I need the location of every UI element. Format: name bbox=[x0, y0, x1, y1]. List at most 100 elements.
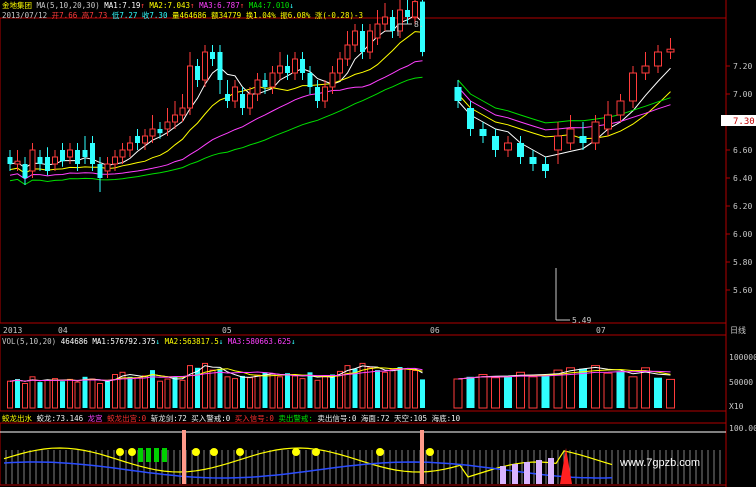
candle-body bbox=[405, 10, 410, 17]
volume-bar bbox=[579, 368, 587, 408]
candle-body bbox=[112, 156, 118, 165]
volume-bar bbox=[269, 373, 276, 409]
ohlc-open: 开7.66 bbox=[51, 11, 78, 20]
candle-body bbox=[82, 150, 88, 157]
volume-bar bbox=[195, 367, 200, 408]
volume-title: VOL(5,10,20) bbox=[2, 337, 57, 346]
candle-body bbox=[119, 149, 126, 158]
volume-bar bbox=[628, 376, 638, 409]
indicator-smiley-icon bbox=[376, 448, 384, 456]
candle-body bbox=[67, 149, 73, 158]
volume-bar bbox=[528, 376, 538, 409]
volume-bar bbox=[666, 378, 675, 409]
candle-body bbox=[29, 149, 36, 172]
candle-body bbox=[247, 93, 253, 109]
candle-body bbox=[367, 30, 373, 53]
volume-axis-label-100000: 100000 bbox=[729, 353, 756, 362]
indicator-green-bar bbox=[146, 448, 151, 462]
low-annotation: 5.49 bbox=[555, 268, 591, 325]
ma2-value: MA2:7.043 bbox=[149, 1, 191, 10]
volume-bar bbox=[202, 362, 208, 409]
volume-value: 464686 bbox=[60, 337, 88, 346]
volume-bar bbox=[389, 369, 396, 409]
indicator-item: 卖出信号:0 bbox=[312, 414, 357, 423]
volume-bar bbox=[22, 383, 28, 409]
volume-bar bbox=[375, 370, 380, 408]
indicator-green-bar bbox=[154, 448, 159, 462]
price-axis-label: 6.40 bbox=[733, 174, 752, 183]
candle-body bbox=[654, 51, 662, 67]
candle-body bbox=[60, 150, 65, 162]
candle-body bbox=[164, 121, 171, 130]
candle-body bbox=[232, 86, 238, 102]
volume-bar bbox=[105, 381, 110, 408]
indicator-smiley-icon bbox=[128, 448, 136, 456]
volume-bar bbox=[466, 376, 475, 408]
volume-ma2-arrow: ↓ bbox=[218, 337, 224, 346]
volume-bar bbox=[654, 377, 662, 408]
candle-body bbox=[135, 136, 140, 143]
ma4-down-arrow: ↓ bbox=[289, 1, 294, 10]
price-axis: 7.207.006.806.606.406.206.005.805.60 bbox=[726, 62, 752, 295]
candle-body bbox=[210, 52, 215, 59]
candle-body bbox=[641, 65, 650, 74]
indicator-smiley-icon bbox=[312, 448, 320, 456]
volume-axis-unit: X10 bbox=[729, 402, 744, 411]
candle-body bbox=[37, 157, 43, 164]
volume-bar bbox=[7, 380, 13, 409]
ma4-value: MA4:7.010 bbox=[248, 1, 290, 10]
volume-bar bbox=[44, 379, 51, 409]
volume-axis-label-50000: 50000 bbox=[729, 378, 753, 387]
low-annotation-label: 5.49 bbox=[572, 316, 591, 325]
price-axis-label: 7.00 bbox=[733, 90, 752, 99]
volume-bar bbox=[224, 376, 231, 409]
volume-bar bbox=[412, 370, 418, 409]
candle-body bbox=[542, 164, 549, 171]
volume-bar bbox=[404, 368, 411, 409]
volume-bar bbox=[292, 375, 298, 409]
candle-body bbox=[337, 58, 343, 74]
indicator-purple-bar bbox=[524, 462, 530, 484]
candle-body bbox=[616, 100, 625, 116]
candle-body bbox=[254, 79, 261, 95]
volume-bar bbox=[541, 374, 550, 408]
ohlc-amount: 额34779 bbox=[211, 11, 242, 20]
volume-bar bbox=[616, 371, 625, 408]
candle-body bbox=[479, 129, 487, 136]
volume-bar bbox=[209, 369, 216, 409]
candle-body bbox=[454, 87, 462, 101]
price-axis-label: 6.20 bbox=[733, 202, 752, 211]
volume-bar bbox=[285, 373, 290, 408]
volume-bar bbox=[344, 365, 351, 409]
volume-axis: 100000 50000 X10 bbox=[729, 353, 756, 411]
candle-body bbox=[149, 128, 156, 137]
ma1-value: MA1:7.19 bbox=[104, 1, 141, 10]
ma-settings: MA(5,10,20,30) bbox=[36, 1, 100, 10]
ohlc-row: 2013/07/12 开7.66 高7.73 低7.27 收7.30 量4646… bbox=[2, 10, 363, 21]
indicator-layer bbox=[0, 430, 726, 484]
indicator-longgong-line bbox=[3, 461, 613, 479]
volume-bar bbox=[67, 378, 73, 409]
volume-bar bbox=[504, 375, 512, 408]
volume-bar bbox=[299, 378, 306, 409]
candle-body bbox=[554, 135, 562, 151]
indicator-signal-bar bbox=[420, 430, 424, 484]
indicator-item: 买入信号:0 bbox=[230, 414, 274, 423]
volume-ma3-arrow: ↓ bbox=[291, 337, 296, 346]
candle-body bbox=[225, 94, 230, 101]
volume-bar bbox=[491, 377, 500, 409]
ma-line-right bbox=[457, 67, 671, 158]
candle-body bbox=[262, 80, 268, 87]
indicator-purple-bar bbox=[536, 460, 542, 484]
candle-body bbox=[187, 65, 193, 109]
ma-line-left bbox=[9, 76, 423, 186]
volume-bar bbox=[150, 370, 155, 408]
volume-bar bbox=[97, 383, 103, 409]
candle-body bbox=[412, 1, 418, 18]
ohlc-amplitude: 振6.08% bbox=[280, 11, 311, 20]
price-axis-label: 6.00 bbox=[733, 230, 752, 239]
volume-ma1-arrow: ↓ bbox=[155, 337, 161, 346]
candle-body bbox=[374, 23, 381, 39]
date-axis-year: 2013 bbox=[3, 326, 22, 335]
date-axis-month-06: 06 bbox=[430, 326, 440, 335]
